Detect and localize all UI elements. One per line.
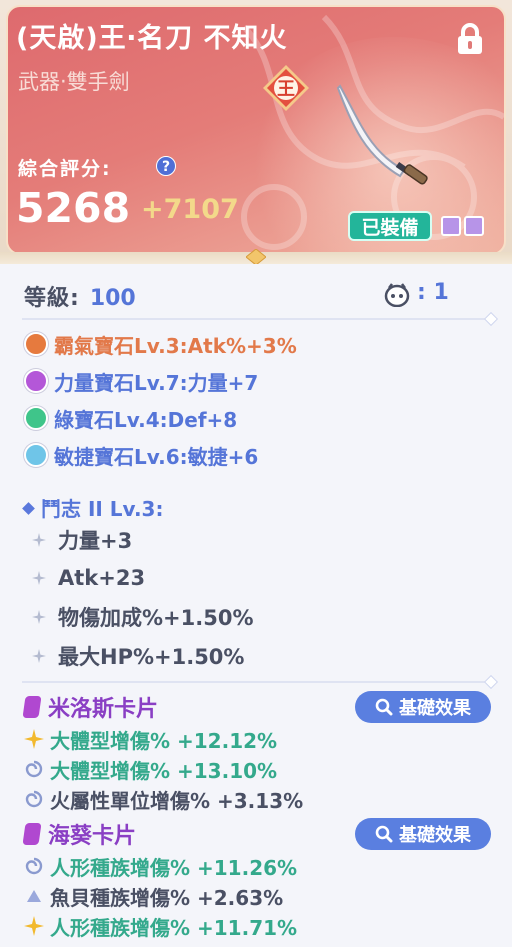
- swirl-icon: [25, 760, 43, 778]
- star-icon: [24, 916, 44, 936]
- gem-icon: [24, 443, 48, 467]
- base-effect-button[interactable]: 基礎效果: [355, 818, 491, 850]
- set-bonus-text: 力量+3: [58, 529, 133, 553]
- triangle-icon: [27, 890, 41, 902]
- gem-row: 霸氣寶石Lv.3:Atk%+3%: [24, 330, 297, 358]
- star-icon: [24, 729, 44, 749]
- card-effect-row: 人形種族增傷% +11.26%: [24, 852, 297, 880]
- set-bonus-line: 最大HP%+1.50%: [32, 643, 244, 669]
- swirl-icon: [25, 790, 43, 808]
- divider: [22, 318, 492, 320]
- set-bonus-line: Atk+23: [32, 565, 145, 591]
- refine-icon: [384, 283, 410, 307]
- set-bonus-title-text: 鬥志 II Lv.3:: [41, 497, 164, 521]
- card-effect-text: 人形種族增傷% +11.26%: [50, 855, 298, 880]
- base-effect-button[interactable]: 基礎效果: [355, 691, 491, 723]
- set-bonus-title: 鬥志 II Lv.3:: [22, 493, 164, 522]
- card-effect-text: 魚貝種族增傷% +2.63%: [50, 885, 284, 910]
- swirl-icon: [25, 857, 43, 875]
- sparkle-icon: [32, 571, 46, 585]
- sparkle-icon: [32, 649, 46, 663]
- score-label: 綜合評分:: [18, 158, 112, 180]
- magnifier-icon: [375, 825, 393, 843]
- set-bonus-line: 物傷加成%+1.50%: [32, 604, 254, 630]
- set-bonus-text: 最大HP%+1.50%: [58, 645, 245, 669]
- set-bonus-text: Atk+23: [58, 566, 146, 590]
- card-effect-row: 魚貝種族增傷% +2.63%: [24, 882, 283, 910]
- card-effect-text: 大體型增傷% +13.10%: [50, 758, 278, 783]
- divider: [22, 681, 492, 683]
- item-title: (天啟)王‧名刀 不知火: [16, 23, 288, 54]
- gem-icon: [24, 406, 48, 430]
- gem-text: 力量寶石Lv.7:力量+7: [54, 370, 259, 395]
- card-effect-text: 大體型增傷% +12.12%: [50, 728, 278, 753]
- card-effect-row: 大體型增傷% +12.12%: [24, 725, 277, 753]
- card-icon: [22, 823, 42, 845]
- magnifier-icon: [375, 698, 393, 716]
- card-header: 米洛斯卡片: [22, 692, 159, 722]
- frame-ornament: [246, 249, 266, 265]
- rank-glyph: 王: [277, 79, 295, 100]
- set-bonus-text: 物傷加成%+1.50%: [58, 606, 254, 630]
- score-bonus: +7107: [141, 194, 239, 225]
- score-value: 5268: [16, 184, 131, 232]
- card-name: 海葵卡片: [48, 824, 137, 849]
- gem-row: 綠寶石Lv.4:Def+8: [24, 404, 237, 432]
- card-effect-row: 大體型增傷% +13.10%: [24, 755, 277, 783]
- set-bonus-line: 力量+3: [32, 527, 132, 553]
- level-row: 等級: 100: [24, 280, 136, 312]
- rank-badge-icon: 王: [263, 65, 309, 111]
- gem-row: 力量寶石Lv.7:力量+7: [24, 367, 258, 395]
- card-header: 海葵卡片: [22, 819, 137, 849]
- card-effect-row: 火屬性單位增傷% +3.13%: [24, 785, 303, 813]
- card-effect-text: 火屬性單位增傷% +3.13%: [50, 788, 304, 813]
- level-value: 100: [89, 286, 136, 311]
- lock-icon[interactable]: [455, 22, 485, 56]
- card-icon: [22, 696, 42, 718]
- gem-icon: [24, 369, 48, 393]
- gem-row: 敏捷寶石Lv.6:敏捷+6: [24, 441, 258, 469]
- card-slot-2: [464, 216, 484, 236]
- sword-icon: [336, 84, 428, 185]
- sparkle-icon: [32, 533, 46, 547]
- base-effect-label: 基礎效果: [399, 825, 471, 846]
- level-label: 等級:: [24, 286, 80, 311]
- gem-text: 綠寶石Lv.4:Def+8: [54, 407, 238, 432]
- diamond-icon: [22, 502, 35, 515]
- item-type: 武器‧雙手劍: [18, 70, 130, 94]
- card-name: 米洛斯卡片: [48, 697, 159, 722]
- gem-text: 霸氣寶石Lv.3:Atk%+3%: [54, 333, 297, 358]
- base-effect-label: 基礎效果: [399, 698, 471, 719]
- gem-text: 敏捷寶石Lv.6:敏捷+6: [54, 444, 259, 469]
- item-header-card: (天啟)王‧名刀 不知火 武器‧雙手劍 王 綜合評分: ? 5268 +7107…: [0, 0, 512, 265]
- gem-icon: [24, 332, 48, 356]
- card-slot-1: [441, 216, 461, 236]
- sparkle-icon: [32, 610, 46, 624]
- help-icon[interactable]: ?: [156, 156, 176, 176]
- equipped-badge: 已裝備: [348, 211, 432, 241]
- card-effect-text: 人形種族增傷% +11.71%: [50, 915, 298, 940]
- card-effect-row: 人形種族增傷% +11.71%: [24, 912, 297, 940]
- refine-value: : 1: [417, 280, 449, 305]
